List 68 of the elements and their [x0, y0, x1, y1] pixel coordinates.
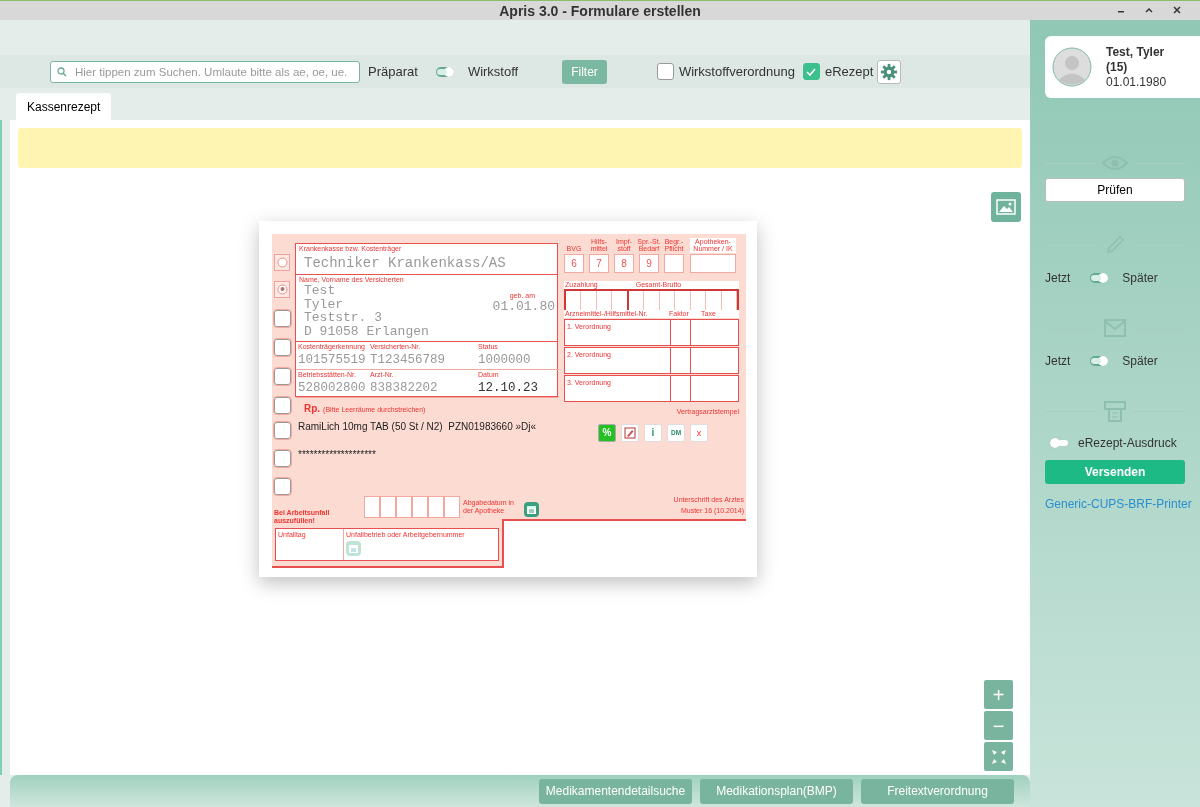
- window-title: Apris 3.0 - Formulare erstellen: [499, 2, 701, 19]
- field-value: T123456789: [370, 353, 446, 366]
- checkbox[interactable]: [274, 478, 291, 495]
- name-line: Teststr. 3: [304, 311, 382, 325]
- prescription-line: ********************: [298, 450, 376, 460]
- toggle-label: Später: [1122, 271, 1158, 285]
- settings-icon[interactable]: [877, 59, 902, 84]
- patient-birthdate: 01.01.1980: [1106, 74, 1167, 90]
- field-value: 528002800: [298, 381, 366, 394]
- toggle-label: eRezept-Ausdruck: [1078, 436, 1177, 450]
- fit-icon[interactable]: [984, 742, 1013, 771]
- checkbox[interactable]: [274, 422, 291, 439]
- field-value: 12.10.23: [478, 381, 539, 394]
- toggle-label: Später: [1122, 354, 1158, 368]
- checkbox[interactable]: [802, 63, 820, 80]
- calendar-icon[interactable]: [524, 502, 539, 517]
- zoom-in-button[interactable]: +: [984, 680, 1013, 709]
- checkbox[interactable]: [656, 63, 674, 80]
- toggle-label: Jetzt: [1045, 271, 1071, 285]
- name-line: Tyler: [304, 297, 343, 312]
- toggle-label: Jetzt: [1045, 354, 1071, 368]
- restore-icon[interactable]: [1144, 5, 1154, 15]
- name-line: D 91058 Erlangen: [304, 324, 429, 339]
- filter-button[interactable]: Filter: [562, 59, 607, 84]
- printer-link[interactable]: Generic-CUPS-BRF-Printer: [1045, 497, 1200, 511]
- edit-icon[interactable]: [621, 424, 639, 442]
- delete-button[interactable]: x: [690, 424, 708, 442]
- insurer-value: Techniker Krankenkass/AS: [303, 256, 507, 271]
- avatar-icon: [1052, 47, 1092, 87]
- prescription-line: RamiLich 10mg TAB (50 St / N2) PZN01983660 »Dj«: [298, 422, 537, 432]
- field-value: 838382202: [370, 381, 439, 394]
- checkbox[interactable]: [274, 397, 291, 414]
- image-icon[interactable]: [991, 192, 1021, 222]
- field-value: 1000000: [478, 353, 532, 366]
- checkbox-label: eRezept: [824, 64, 874, 79]
- birthdate-value: 01.01.80: [492, 300, 555, 313]
- print-toggle[interactable]: [1050, 438, 1068, 448]
- checkbox[interactable]: [274, 368, 291, 385]
- name-line: Test: [304, 284, 336, 298]
- search-field[interactable]: Hier tippen zum Suchen. Umlaute bitte als ae, oe, ue.: [50, 60, 360, 83]
- patient-age: (15): [1106, 59, 1129, 75]
- send-toggle[interactable]: [1090, 356, 1109, 366]
- checkbox[interactable]: [274, 310, 291, 327]
- mode-label: Präparat: [368, 64, 418, 79]
- mail-icon: [1104, 319, 1126, 337]
- discount-button[interactable]: %: [598, 424, 616, 442]
- patient-name: Test, Tyler: [1106, 44, 1166, 60]
- send-button[interactable]: Versenden: [1045, 460, 1185, 484]
- checkbox[interactable]: [274, 339, 291, 356]
- info-button[interactable]: i: [644, 424, 662, 442]
- mode-toggle[interactable]: [435, 66, 454, 77]
- printer-icon: [1104, 400, 1126, 422]
- rp-mark: Rp.: [304, 403, 321, 414]
- mode-label: Wirkstoff: [467, 64, 519, 79]
- signature-toggle[interactable]: [1090, 273, 1109, 283]
- fee-free-icon: [274, 254, 290, 271]
- fee-icon: [274, 281, 290, 298]
- action-button[interactable]: Medikamentendetailsuche: [539, 778, 692, 804]
- zoom-out-button[interactable]: −: [984, 711, 1013, 740]
- checkbox-label: Wirkstoffverordnung: [678, 64, 795, 79]
- search-icon: [57, 66, 67, 77]
- check-button[interactable]: Prüfen: [1045, 178, 1185, 202]
- action-button[interactable]: Freitextverordnung: [861, 778, 1014, 804]
- action-button[interactable]: Medikationsplan(BMP): [700, 778, 853, 804]
- close-icon[interactable]: [1172, 5, 1182, 15]
- tab[interactable]: Kassenrezept: [16, 93, 112, 120]
- checkbox[interactable]: [274, 450, 291, 467]
- field-value: 101575519: [298, 353, 366, 366]
